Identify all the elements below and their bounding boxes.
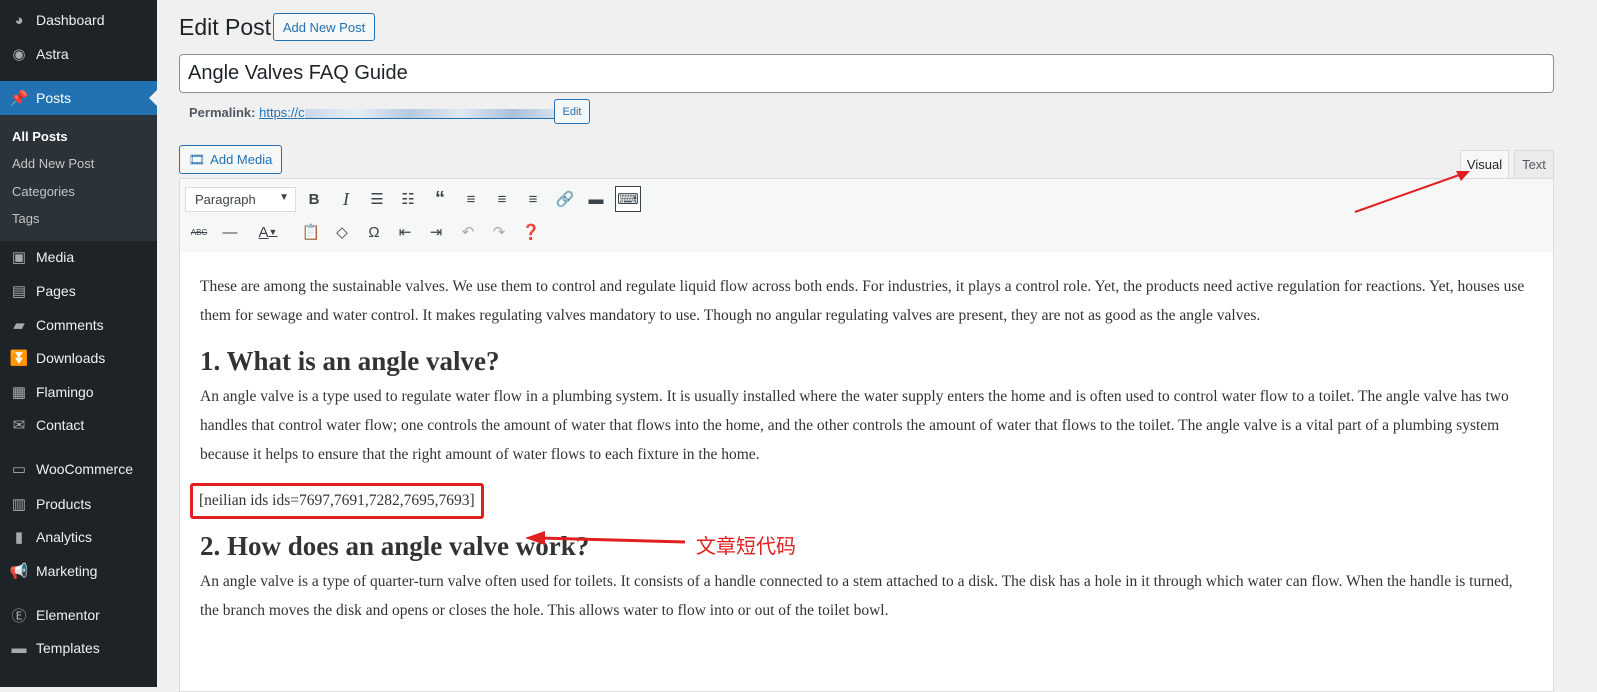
shortcode-annotation-label: 文章短代码 [696, 536, 796, 558]
arrow-to-shortcode [539, 536, 686, 544]
annotation-arrows [525, 171, 1470, 545]
arrow-to-visual-tab [1354, 173, 1463, 213]
arrow-head-shortcode [525, 531, 545, 545]
